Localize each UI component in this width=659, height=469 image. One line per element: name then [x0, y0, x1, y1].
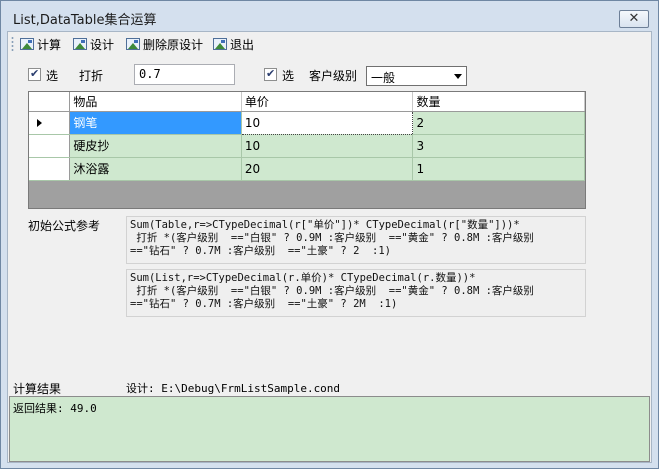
- customer-level-label: 客户级别: [309, 69, 358, 83]
- formula-label: 初始公式参考: [28, 219, 101, 233]
- design-label: 设计: [90, 37, 115, 52]
- chevron-down-icon: [454, 74, 462, 79]
- discount-checkbox[interactable]: ✔: [28, 67, 41, 81]
- check-icon: ✔: [30, 67, 40, 80]
- grid-cell-item[interactable]: 沐浴露: [69, 157, 242, 181]
- exit-label: 退出: [230, 37, 255, 52]
- grid-cell-item[interactable]: 硬皮抄: [69, 134, 242, 158]
- toolbar: 计算 设计 删除原设计 退出: [8, 32, 651, 56]
- row-header[interactable]: [29, 134, 71, 158]
- grid-cell-qty[interactable]: 2: [412, 111, 585, 135]
- table-row[interactable]: 硬皮抄 10 3: [29, 134, 585, 158]
- list-formula-text[interactable]: Sum(List,r=>CTypeDecimal(r.单价)* CTypeDec…: [126, 269, 586, 317]
- table-formula-text[interactable]: Sum(Table,r=>CTypeDecimal(r["单价"])* CTyp…: [126, 216, 586, 264]
- column-header-qty[interactable]: 数量: [412, 92, 585, 112]
- image-icon: [126, 38, 140, 50]
- client-area: 计算 设计 删除原设计 退出 ✔ 选 打折 0.7 ✔ 选 客户级别 一般 物品…: [7, 31, 652, 463]
- check-icon: ✔: [266, 67, 276, 80]
- current-row-icon: [37, 118, 42, 127]
- image-icon: [213, 38, 227, 50]
- data-grid[interactable]: 物品 单价 数量 钢笔 10 2 硬皮抄 10 3 沐浴露 20 1: [28, 91, 586, 209]
- level-checkbox[interactable]: ✔: [264, 67, 277, 81]
- grid-cell-price[interactable]: 10: [241, 134, 414, 158]
- table-row[interactable]: 钢笔 10 2: [29, 110, 585, 135]
- discount-label: 打折: [79, 69, 104, 83]
- customer-level-select[interactable]: 一般: [366, 66, 467, 86]
- discount-checkbox-label: 选: [46, 69, 59, 83]
- image-icon: [73, 38, 87, 50]
- grid-cell-qty[interactable]: 1: [412, 157, 585, 181]
- image-icon: [20, 38, 34, 50]
- row-header[interactable]: [29, 111, 71, 135]
- design-path: 设计: E:\Debug\FrmListSample.cond: [126, 382, 341, 395]
- result-label: 计算结果: [13, 382, 62, 396]
- delete-design-button[interactable]: 删除原设计: [126, 35, 203, 53]
- delete-design-label: 删除原设计: [143, 37, 204, 52]
- grid-cell-item[interactable]: 钢笔: [69, 111, 242, 135]
- column-header-item[interactable]: 物品: [69, 92, 242, 112]
- calculate-label: 计算: [37, 37, 62, 52]
- close-icon: ✕: [628, 11, 640, 26]
- grid-cell-price[interactable]: 20: [241, 157, 414, 181]
- customer-level-value: 一般: [371, 71, 396, 85]
- app-window: List,DataTable集合运算 ✕ 计算 设计 删除原设计 退出 ✔ 选 …: [0, 0, 659, 469]
- options-row: ✔ 选 打折 0.7 ✔ 选 客户级别 一般: [8, 64, 651, 88]
- window-title: List,DataTable集合运算: [13, 13, 157, 28]
- grid-header-row: 物品 单价 数量: [29, 92, 585, 112]
- result-output[interactable]: 返回结果: 49.0: [9, 396, 650, 462]
- close-button[interactable]: ✕: [619, 10, 649, 28]
- level-checkbox-label: 选: [282, 69, 295, 83]
- toolbar-grip[interactable]: [11, 36, 14, 51]
- discount-input[interactable]: 0.7: [134, 64, 235, 85]
- calculate-button[interactable]: 计算: [20, 35, 61, 53]
- grid-corner[interactable]: [29, 92, 71, 112]
- column-header-price[interactable]: 单价: [241, 92, 414, 112]
- grid-cell-qty[interactable]: 3: [412, 134, 585, 158]
- design-button[interactable]: 设计: [73, 35, 114, 53]
- exit-button[interactable]: 退出: [213, 35, 254, 53]
- row-header[interactable]: [29, 157, 71, 181]
- title-bar: List,DataTable集合运算 ✕: [1, 1, 658, 29]
- table-row[interactable]: 沐浴露 20 1: [29, 157, 585, 181]
- grid-cell-price[interactable]: 10: [240, 110, 414, 135]
